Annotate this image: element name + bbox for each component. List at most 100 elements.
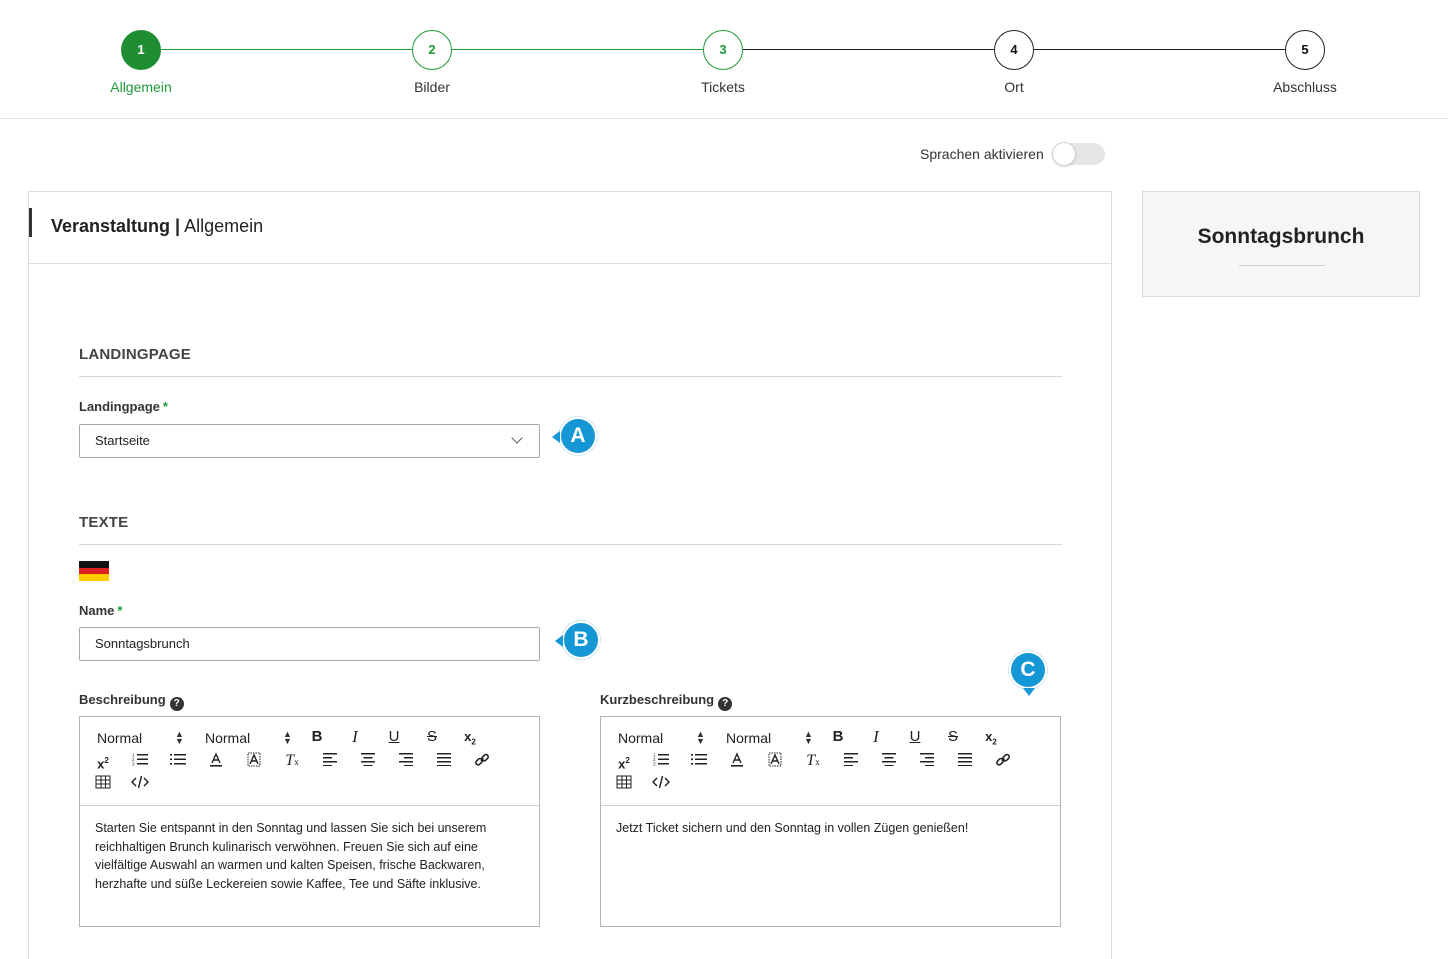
clear-format-icon[interactable]: Tx: [804, 752, 822, 770]
select-arrows-icon: ▲ ▼: [696, 729, 705, 746]
align-justify-icon[interactable]: [956, 752, 974, 770]
italic-icon[interactable]: I: [346, 728, 364, 746]
description-label: Beschreibung?: [79, 692, 184, 711]
size-select[interactable]: Normal ▲ ▼: [726, 730, 813, 747]
step-label: Allgemein: [110, 79, 172, 95]
text-color-icon[interactable]: [207, 752, 225, 770]
header-accent-bar: [29, 208, 32, 237]
superscript-icon[interactable]: x2: [615, 752, 633, 771]
landingpage-select-value: Startseite: [95, 433, 150, 448]
background-color-icon[interactable]: [766, 752, 784, 770]
texte-section-title: TEXTE: [79, 514, 129, 531]
bold-icon[interactable]: B: [308, 728, 326, 746]
editor-toolbar: Normal ▲ ▼ Normal ▲ ▼ B I U S x2 x2 123 Tx: [80, 717, 539, 806]
de-flag-icon[interactable]: [79, 561, 109, 581]
ordered-list-icon[interactable]: 123: [652, 752, 670, 770]
font-select[interactable]: Normal ▲ ▼: [97, 730, 184, 747]
progress-stepper: 1 Allgemein 2 Bilder 3 Tickets 4 Ort 5 A…: [0, 0, 1448, 119]
short-description-textarea[interactable]: Jetzt Ticket sichern und den Sonntag in …: [601, 806, 1060, 851]
table-icon[interactable]: [615, 775, 633, 793]
select-arrows-icon: ▲ ▼: [175, 729, 184, 746]
align-center-icon[interactable]: [880, 752, 898, 770]
step-number: 1: [121, 30, 161, 70]
font-select[interactable]: Normal ▲ ▼: [618, 730, 705, 747]
landingpage-label: Landingpage *: [79, 399, 168, 414]
bullet-list-icon[interactable]: [690, 752, 708, 770]
step-allgemein[interactable]: 1 Allgemein: [81, 30, 201, 95]
italic-icon[interactable]: I: [867, 728, 885, 746]
card-title-rest: Allgemein: [184, 216, 264, 236]
section-divider: [79, 376, 1062, 377]
clear-format-icon[interactable]: Tx: [283, 752, 301, 770]
step-abschluss[interactable]: 5 Abschluss: [1245, 30, 1365, 95]
name-label: Name *: [79, 603, 122, 618]
help-icon[interactable]: ?: [169, 697, 184, 711]
step-number: 4: [994, 30, 1034, 70]
code-icon[interactable]: [130, 775, 150, 793]
text-color-icon[interactable]: [728, 752, 746, 770]
svg-text:3: 3: [132, 762, 135, 767]
callout-c: C: [1009, 651, 1047, 696]
strikethrough-icon[interactable]: S: [423, 728, 441, 746]
align-right-icon[interactable]: [918, 752, 936, 770]
short-description-label-text: Kurzbeschreibung: [600, 692, 715, 707]
card-title-bold: Veranstaltung |: [51, 216, 181, 236]
name-input[interactable]: Sonntagsbrunch: [79, 627, 540, 661]
name-label-text: Name: [79, 603, 115, 618]
table-icon[interactable]: [94, 775, 112, 793]
subscript-icon[interactable]: x2: [461, 728, 479, 747]
step-label: Ort: [1004, 79, 1024, 95]
callout-pointer: [1023, 688, 1035, 696]
step-label: Bilder: [414, 79, 450, 95]
name-input-value: Sonntagsbrunch: [95, 636, 190, 651]
card-title: Veranstaltung | Allgemein: [51, 216, 263, 237]
help-icon[interactable]: ?: [718, 697, 733, 711]
step-number: 2: [412, 30, 452, 70]
callout-a-letter: A: [570, 424, 586, 447]
align-left-icon[interactable]: [321, 752, 339, 770]
description-label-text: Beschreibung: [79, 692, 166, 707]
section-divider: [79, 544, 1062, 545]
bold-icon[interactable]: B: [829, 728, 847, 746]
superscript-icon[interactable]: x2: [94, 752, 112, 771]
strikethrough-icon[interactable]: S: [944, 728, 962, 746]
step-label: Abschluss: [1273, 79, 1337, 95]
card-header: Veranstaltung | Allgemein: [29, 192, 1111, 264]
description-textarea[interactable]: Starten Sie entspannt in den Sonntag und…: [80, 806, 539, 906]
select-arrows-icon: ▲ ▼: [804, 729, 813, 746]
short-description-editor: Normal ▲ ▼ Normal ▲ ▼ B I U S x2 x2 123 Tx: [600, 716, 1061, 927]
step-bilder[interactable]: 2 Bilder: [372, 30, 492, 95]
callout-b: B: [555, 621, 600, 659]
callout-b-letter: B: [573, 628, 589, 651]
size-select-value: Normal: [726, 730, 772, 746]
step-ort[interactable]: 4 Ort: [954, 30, 1074, 95]
align-justify-icon[interactable]: [435, 752, 453, 770]
link-icon[interactable]: [994, 752, 1012, 770]
align-right-icon[interactable]: [397, 752, 415, 770]
underline-icon[interactable]: U: [906, 728, 924, 746]
language-toggle-switch[interactable]: [1051, 142, 1105, 166]
font-select-value: Normal: [618, 730, 664, 746]
underline-icon[interactable]: U: [385, 728, 403, 746]
step-number: 3: [703, 30, 743, 70]
description-editor: Normal ▲ ▼ Normal ▲ ▼ B I U S x2 x2 123 Tx: [79, 716, 540, 927]
summary-divider: [1239, 265, 1325, 266]
ordered-list-icon[interactable]: 123: [131, 752, 149, 770]
callout-pointer: [555, 635, 563, 647]
step-tickets[interactable]: 3 Tickets: [663, 30, 783, 95]
code-icon[interactable]: [651, 775, 671, 793]
size-select-value: Normal: [205, 730, 251, 746]
short-description-label: Kurzbeschreibung?: [600, 692, 733, 711]
link-icon[interactable]: [473, 752, 491, 770]
bullet-list-icon[interactable]: [169, 752, 187, 770]
background-color-icon[interactable]: [245, 752, 263, 770]
landingpage-select[interactable]: Startseite: [79, 424, 540, 458]
landingpage-section-title: LANDINGPAGE: [79, 346, 191, 363]
align-left-icon[interactable]: [842, 752, 860, 770]
callout-a: A: [552, 417, 597, 455]
subscript-icon[interactable]: x2: [982, 728, 1000, 747]
editor-toolbar: Normal ▲ ▼ Normal ▲ ▼ B I U S x2 x2 123 Tx: [601, 717, 1060, 806]
align-center-icon[interactable]: [359, 752, 377, 770]
step-label: Tickets: [701, 79, 745, 95]
size-select[interactable]: Normal ▲ ▼: [205, 730, 292, 747]
